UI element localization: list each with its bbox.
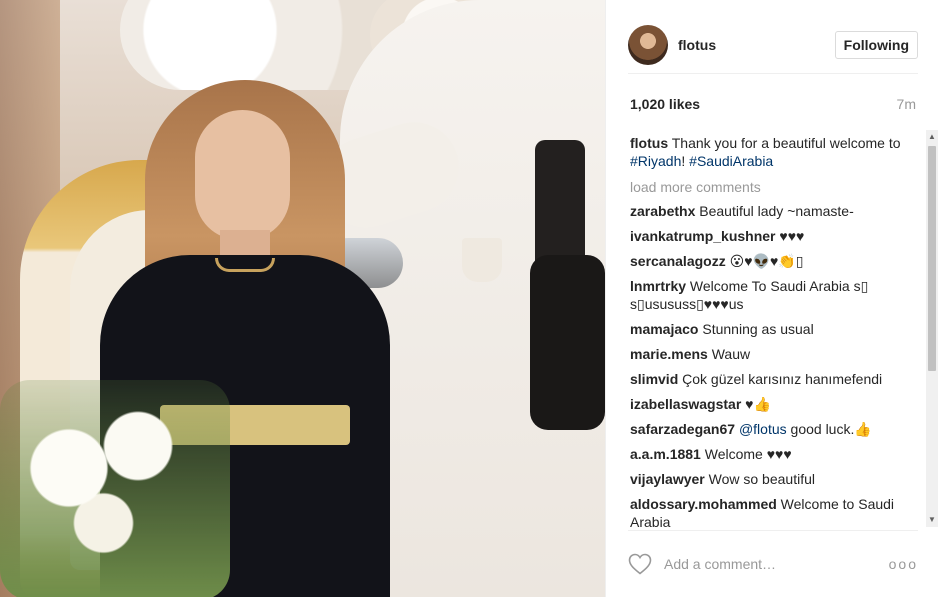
comment-user[interactable]: marie.mens bbox=[630, 346, 708, 362]
comment-user[interactable]: sercanalagozz bbox=[630, 253, 726, 269]
comments-scrollbar[interactable]: ▲ ▼ bbox=[926, 130, 938, 527]
following-button[interactable]: Following bbox=[834, 30, 918, 59]
caption-user[interactable]: flotus bbox=[630, 135, 668, 151]
comment-user[interactable]: safarzadegan67 bbox=[630, 421, 735, 437]
comment-text: ♥👍 bbox=[741, 396, 771, 412]
comment-item: marie.mens Wauw bbox=[630, 345, 930, 363]
comment-item: lnmrtrky Welcome To Saudi Arabia s▯ s▯us… bbox=[630, 277, 930, 313]
comment-text: 😮♥👽♥👏▯ bbox=[725, 253, 804, 269]
comment-item: aldossary.mohammed Welcome to Saudi Arab… bbox=[630, 495, 930, 530]
comment-text: Çok güzel karısınız hanımefendi bbox=[678, 371, 883, 387]
photo-face bbox=[195, 110, 290, 240]
caption: flotus Thank you for a beautiful welcome… bbox=[630, 134, 930, 170]
comment-text: Wow so beautiful bbox=[704, 471, 815, 487]
comment-text: Beautiful lady ~namaste- bbox=[695, 203, 854, 219]
hashtag-riyadh[interactable]: #Riyadh bbox=[630, 153, 681, 169]
comment-text: Wauw bbox=[707, 346, 751, 362]
photo-necklace bbox=[215, 258, 275, 272]
post-header: flotus Following bbox=[628, 16, 918, 74]
caption-text: Thank you for a beautiful welcome to bbox=[668, 135, 901, 151]
photo-holster bbox=[530, 255, 605, 430]
comment-item: zarabethx Beautiful lady ~namaste- bbox=[630, 202, 930, 220]
avatar[interactable] bbox=[628, 24, 668, 65]
more-options-icon[interactable]: ooo bbox=[889, 556, 918, 572]
comment-item: izabellaswagstar ♥👍 bbox=[630, 395, 930, 413]
comment-user[interactable]: vijaylawyer bbox=[630, 471, 705, 487]
comment-list[interactable]: flotus Thank you for a beautiful welcome… bbox=[630, 134, 930, 530]
add-comment-input[interactable] bbox=[664, 556, 889, 572]
photo-cup bbox=[462, 238, 502, 282]
comment-item: safarzadegan67 @flotus good luck.👍 bbox=[630, 420, 930, 438]
comment-user[interactable]: ivankatrump_kushner bbox=[630, 228, 776, 244]
comment-item: vijaylawyer Wow so beautiful bbox=[630, 470, 930, 488]
comment-item: a.a.m.1881 Welcome ♥♥♥ bbox=[630, 445, 930, 463]
post-time[interactable]: 7m bbox=[897, 96, 916, 112]
comment-footer: ooo bbox=[628, 530, 918, 597]
comment-user[interactable]: aldossary.mohammed bbox=[630, 496, 777, 512]
scroll-up-arrow-icon[interactable]: ▲ bbox=[926, 130, 938, 144]
comment-text: Welcome ♥♥♥ bbox=[700, 446, 792, 462]
username[interactable]: flotus bbox=[678, 37, 835, 53]
photo-tulips bbox=[0, 380, 230, 597]
comment-user[interactable]: a.a.m.1881 bbox=[630, 446, 701, 462]
comment-item: mamajaco Stunning as usual bbox=[630, 320, 930, 338]
comment-item: ivankatrump_kushner ♥♥♥ bbox=[630, 227, 930, 245]
comment-user[interactable]: mamajaco bbox=[630, 321, 698, 337]
caption-mid: ! bbox=[681, 153, 690, 169]
comment-user[interactable]: izabellaswagstar bbox=[630, 396, 741, 412]
comment-text: ♥♥♥ bbox=[775, 228, 805, 244]
hashtag-saudiarabia[interactable]: #SaudiArabia bbox=[689, 153, 773, 169]
mention-flotus[interactable]: @flotus bbox=[739, 421, 787, 437]
comment-item: slimvid Çok güzel karısınız hanımefendi bbox=[630, 370, 930, 388]
scrollbar-thumb[interactable] bbox=[928, 146, 936, 371]
post-photo[interactable] bbox=[0, 0, 605, 597]
comment-user[interactable]: lnmrtrky bbox=[630, 278, 686, 294]
likes-count[interactable]: 1,020 likes bbox=[630, 96, 700, 112]
heart-icon[interactable] bbox=[628, 553, 652, 575]
comment-user[interactable]: zarabethx bbox=[630, 203, 695, 219]
comment-user[interactable]: slimvid bbox=[630, 371, 678, 387]
comment-text-after: good luck.👍 bbox=[786, 421, 872, 437]
comment-text: Stunning as usual bbox=[698, 321, 814, 337]
post-panel: flotus Following 1,020 likes 7m flotus T… bbox=[605, 0, 940, 597]
scroll-down-arrow-icon[interactable]: ▼ bbox=[926, 513, 938, 527]
load-more-comments[interactable]: load more comments bbox=[630, 179, 930, 195]
comment-item: sercanalagozz 😮♥👽♥👏▯ bbox=[630, 252, 930, 270]
likes-row: 1,020 likes 7m bbox=[630, 96, 916, 112]
